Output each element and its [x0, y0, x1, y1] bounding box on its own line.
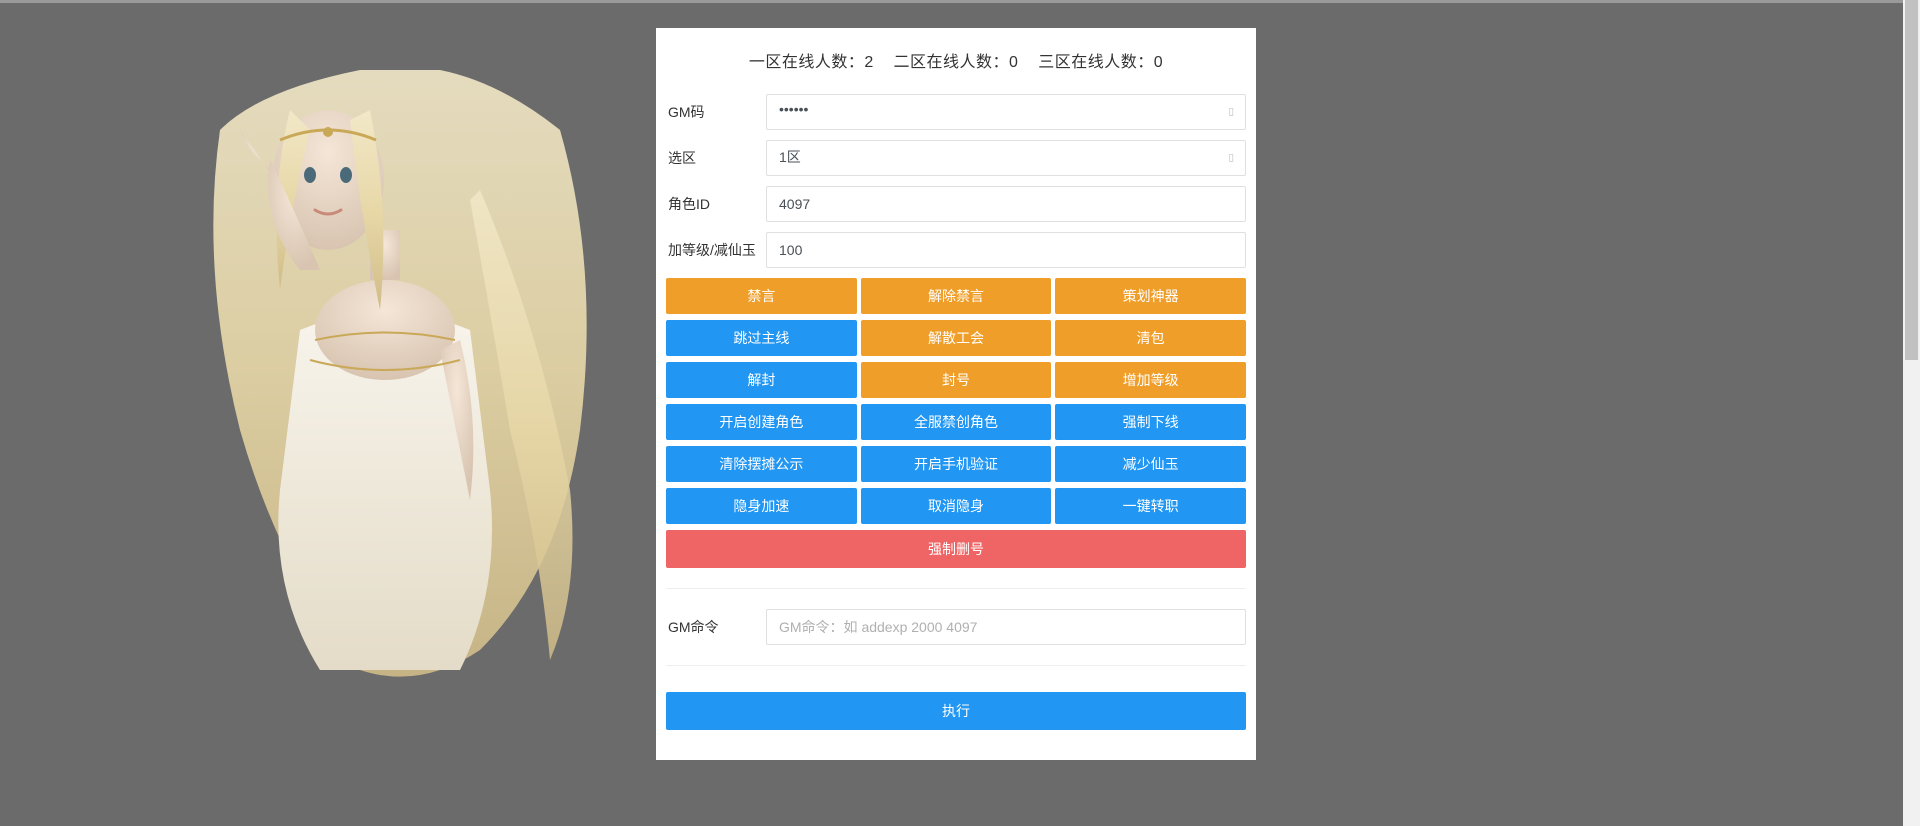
execute-button[interactable]: 执行: [666, 692, 1246, 730]
action-button[interactable]: 清包: [1055, 320, 1246, 356]
role-id-input[interactable]: [766, 186, 1246, 222]
gm-command-row: GM命令: [666, 609, 1246, 645]
button-row: 禁言解除禁言策划神器: [666, 278, 1246, 314]
action-button[interactable]: 解除禁言: [861, 278, 1052, 314]
level-label: 加等级/减仙玉: [666, 240, 766, 260]
role-id-label: 角色ID: [666, 194, 766, 214]
action-button[interactable]: 全服禁创角色: [861, 404, 1052, 440]
button-row: 清除摆摊公示开启手机验证减少仙玉: [666, 446, 1246, 482]
gm-command-label: GM命令: [666, 617, 766, 637]
button-row: 解封封号增加等级: [666, 362, 1246, 398]
action-button[interactable]: 增加等级: [1055, 362, 1246, 398]
action-button[interactable]: 开启创建角色: [666, 404, 857, 440]
divider: [666, 665, 1246, 666]
online-count-header: 一区在线人数：2 二区在线人数：0 三区在线人数：0: [666, 48, 1246, 72]
zone-select[interactable]: 1区: [766, 140, 1246, 176]
admin-panel: 一区在线人数：2 二区在线人数：0 三区在线人数：0 GM码 •••••• ▯ …: [656, 28, 1256, 760]
action-button[interactable]: 策划神器: [1055, 278, 1246, 314]
gm-code-row: GM码 •••••• ▯: [666, 94, 1246, 130]
zone-row: 选区 1区 ▯: [666, 140, 1246, 176]
action-button[interactable]: 减少仙玉: [1055, 446, 1246, 482]
character-illustration: [160, 70, 630, 710]
button-row: 跳过主线解散工会清包: [666, 320, 1246, 356]
force-delete-button[interactable]: 强制删号: [666, 530, 1246, 568]
action-button[interactable]: 清除摆摊公示: [666, 446, 857, 482]
action-button[interactable]: 跳过主线: [666, 320, 857, 356]
zone-label: 选区: [666, 148, 766, 168]
level-input[interactable]: [766, 232, 1246, 268]
action-button[interactable]: 强制下线: [1055, 404, 1246, 440]
action-button[interactable]: 开启手机验证: [861, 446, 1052, 482]
scrollbar-thumb[interactable]: [1905, 0, 1918, 360]
action-button[interactable]: 禁言: [666, 278, 857, 314]
gm-command-input[interactable]: [766, 609, 1246, 645]
role-id-row: 角色ID: [666, 186, 1246, 222]
action-button[interactable]: 封号: [861, 362, 1052, 398]
action-button[interactable]: 解封: [666, 362, 857, 398]
button-row: 开启创建角色全服禁创角色强制下线: [666, 404, 1246, 440]
action-button[interactable]: 隐身加速: [666, 488, 857, 524]
vertical-scrollbar[interactable]: [1903, 0, 1920, 826]
divider: [666, 588, 1246, 589]
action-button[interactable]: 取消隐身: [861, 488, 1052, 524]
gm-code-input[interactable]: ••••••: [766, 94, 1246, 130]
button-row: 隐身加速取消隐身一键转职: [666, 488, 1246, 524]
gm-code-label: GM码: [666, 102, 766, 122]
action-button[interactable]: 解散工会: [861, 320, 1052, 356]
level-row: 加等级/减仙玉: [666, 232, 1246, 268]
action-button[interactable]: 一键转职: [1055, 488, 1246, 524]
